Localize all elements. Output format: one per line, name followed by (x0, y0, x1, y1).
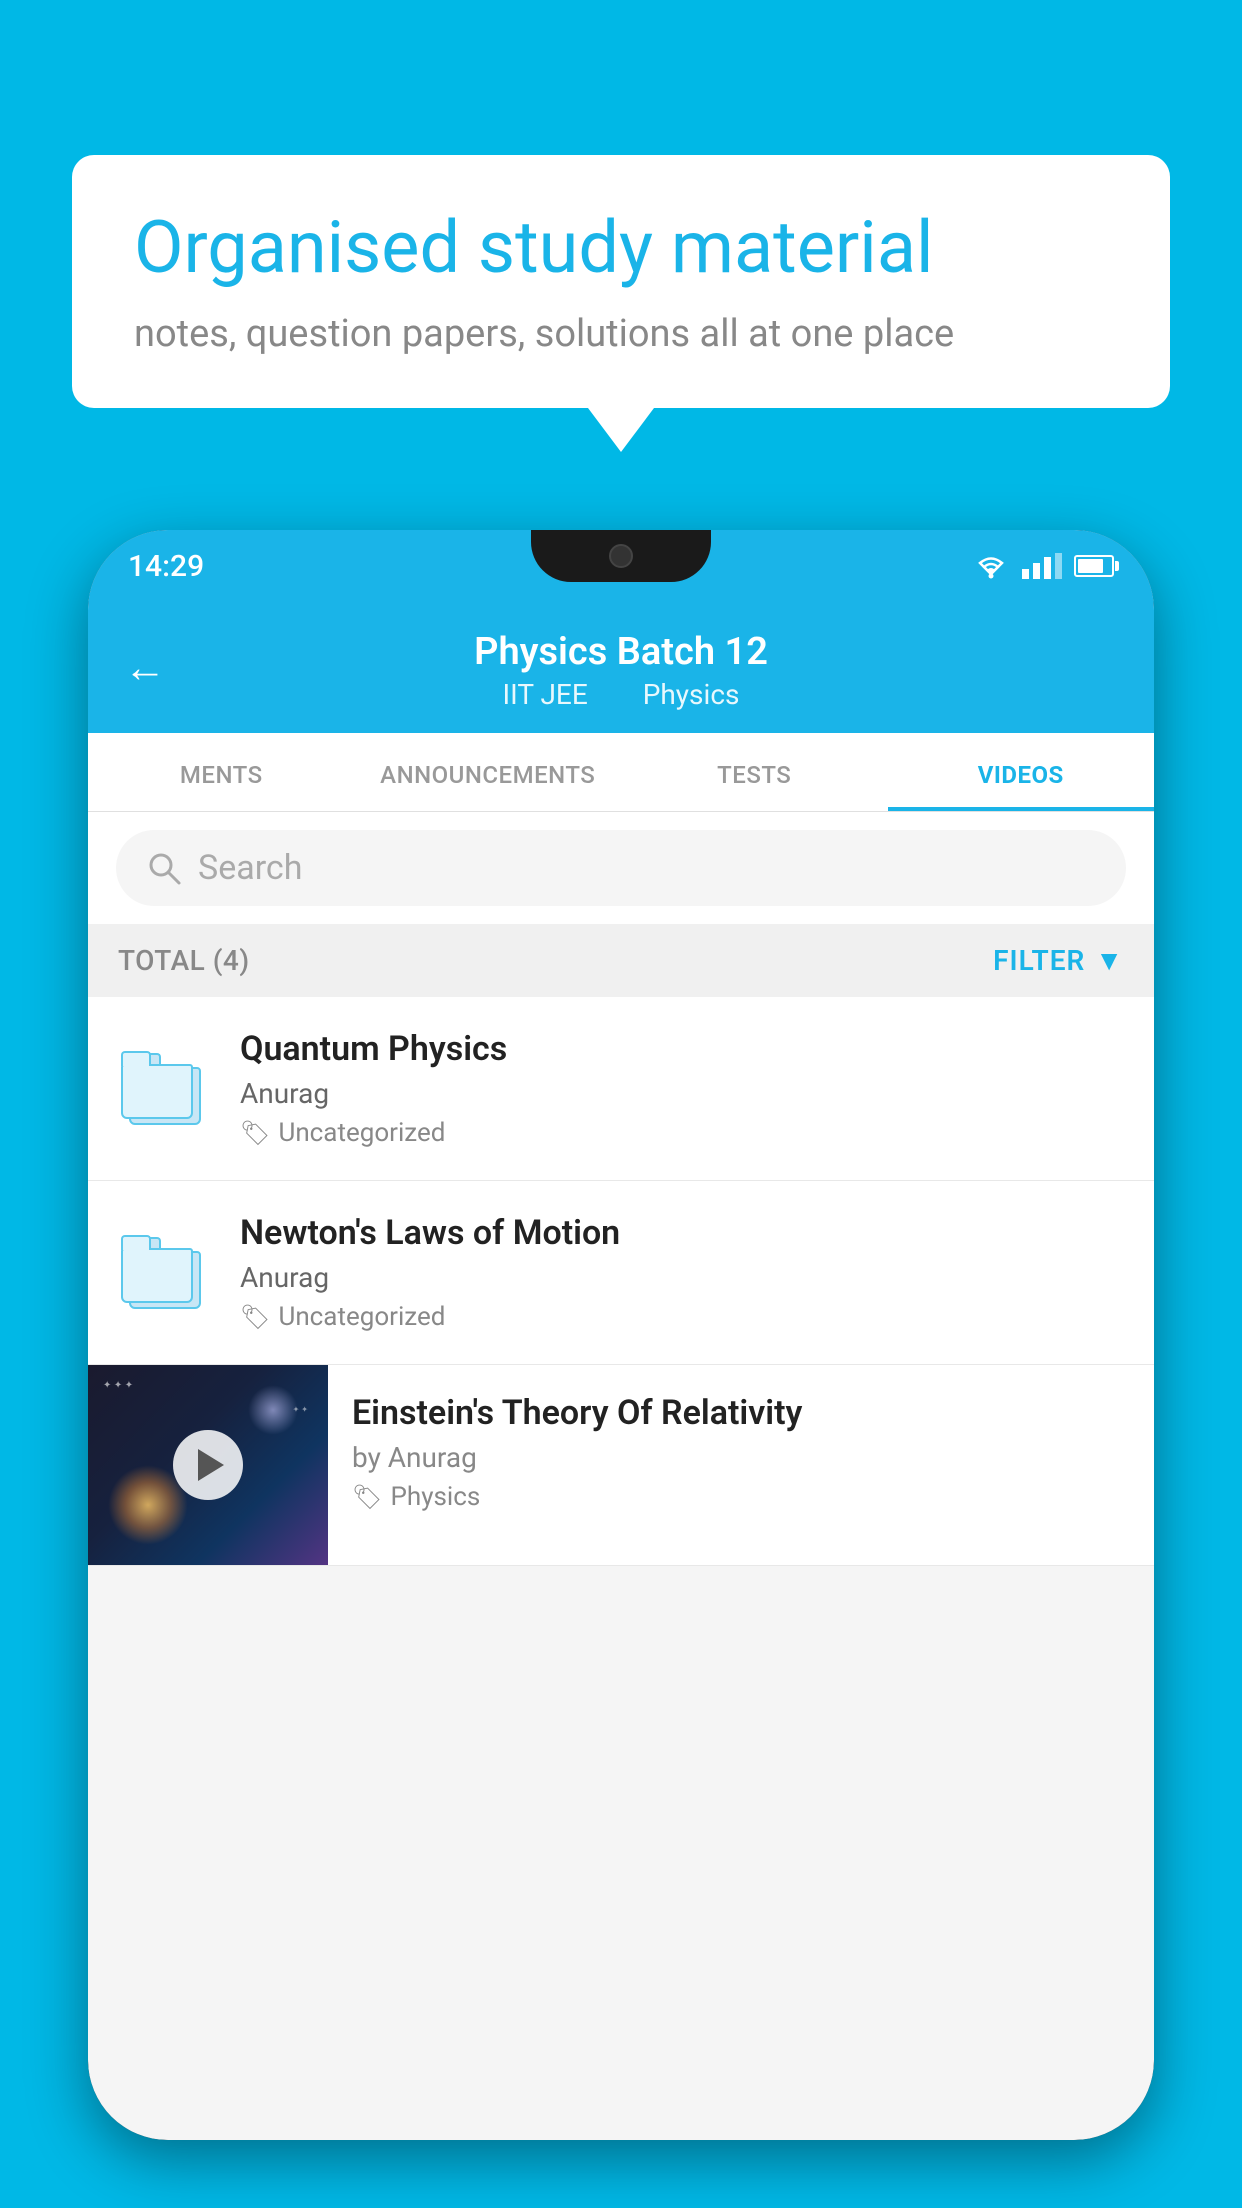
total-count: TOTAL (4) (118, 944, 250, 977)
signal-icon (1022, 553, 1062, 579)
tag-icon-1: 🏷 (240, 1119, 270, 1147)
header-subtitle-part2: Physics (643, 678, 740, 711)
app-header: ← Physics Batch 12 IIT JEE Physics (88, 602, 1154, 733)
tag-icon-3: 🏷 (352, 1483, 382, 1511)
video-info-3: Einstein's Theory Of Relativity by Anura… (328, 1365, 1154, 1540)
back-button[interactable]: ← (124, 643, 166, 692)
filter-button[interactable]: FILTER ▼ (993, 944, 1124, 977)
video-author-1: Anurag (240, 1077, 1126, 1110)
list-item[interactable]: ✦ ✦ ✦ ✦ ✦ Einstein's Theory Of Relativit… (88, 1365, 1154, 1566)
wifi-icon (972, 552, 1010, 580)
video-title-1: Quantum Physics (240, 1029, 1126, 1069)
search-placeholder: Search (198, 848, 302, 888)
speech-bubble-title: Organised study material (134, 207, 1108, 290)
phone-outer: 14:29 (88, 530, 1154, 2140)
list-item[interactable]: Newton's Laws of Motion Anurag 🏷 Uncateg… (88, 1181, 1154, 1365)
thumb-glow2 (248, 1385, 298, 1435)
tag-icon-2: 🏷 (240, 1303, 270, 1331)
video-title-3: Einstein's Theory Of Relativity (352, 1393, 1130, 1433)
filter-label: FILTER (993, 944, 1085, 977)
video-tag-text-1: Uncategorized (278, 1118, 445, 1148)
tab-videos[interactable]: VIDEOS (888, 733, 1155, 811)
status-time: 14:29 (128, 549, 204, 584)
video-tag-1: 🏷 Uncategorized (240, 1118, 1126, 1148)
folder-thumbnail-2 (116, 1218, 216, 1328)
video-tag-text-2: Uncategorized (278, 1302, 445, 1332)
tab-ments[interactable]: MENTS (88, 733, 355, 811)
video-tag-text-3: Physics (390, 1482, 480, 1512)
filter-icon: ▼ (1095, 944, 1124, 977)
video-info-2: Newton's Laws of Motion Anurag 🏷 Uncateg… (240, 1213, 1126, 1332)
header-title: Physics Batch 12 (474, 630, 768, 674)
phone-inner: 14:29 (88, 530, 1154, 2140)
video-title-2: Newton's Laws of Motion (240, 1213, 1126, 1253)
video-list: Quantum Physics Anurag 🏷 Uncategorized (88, 997, 1154, 1566)
phone-container: 14:29 (88, 530, 1154, 2208)
play-triangle-icon (198, 1449, 224, 1481)
list-item[interactable]: Quantum Physics Anurag 🏷 Uncategorized (88, 997, 1154, 1181)
video-author-3: by Anurag (352, 1441, 1130, 1474)
battery-icon (1074, 555, 1114, 577)
search-input-wrap[interactable]: Search (116, 830, 1126, 906)
speech-bubble-subtitle: notes, question papers, solutions all at… (134, 312, 1108, 356)
video-tag-3: 🏷 Physics (352, 1482, 1130, 1512)
play-button-3[interactable] (173, 1430, 243, 1500)
video-thumbnail-3: ✦ ✦ ✦ ✦ ✦ (88, 1365, 328, 1565)
tab-announcements[interactable]: ANNOUNCEMENTS (355, 733, 622, 811)
status-icons (972, 552, 1114, 580)
speech-bubble-container: Organised study material notes, question… (72, 155, 1170, 408)
header-subtitle: IIT JEE Physics (474, 678, 768, 711)
tab-tests[interactable]: TESTS (621, 733, 888, 811)
video-author-2: Anurag (240, 1261, 1126, 1294)
video-info-1: Quantum Physics Anurag 🏷 Uncategorized (240, 1029, 1126, 1148)
filter-bar: TOTAL (4) FILTER ▼ (88, 924, 1154, 997)
search-icon (146, 850, 182, 886)
search-container: Search (88, 812, 1154, 924)
speech-bubble: Organised study material notes, question… (72, 155, 1170, 408)
header-subtitle-part1: IIT JEE (503, 678, 588, 711)
folder-thumbnail-1 (116, 1034, 216, 1144)
header-title-group: Physics Batch 12 IIT JEE Physics (474, 630, 768, 711)
phone-notch (531, 530, 711, 582)
tabs-bar: MENTS ANNOUNCEMENTS TESTS VIDEOS (88, 733, 1154, 812)
camera-icon (609, 544, 633, 568)
video-tag-2: 🏷 Uncategorized (240, 1302, 1126, 1332)
